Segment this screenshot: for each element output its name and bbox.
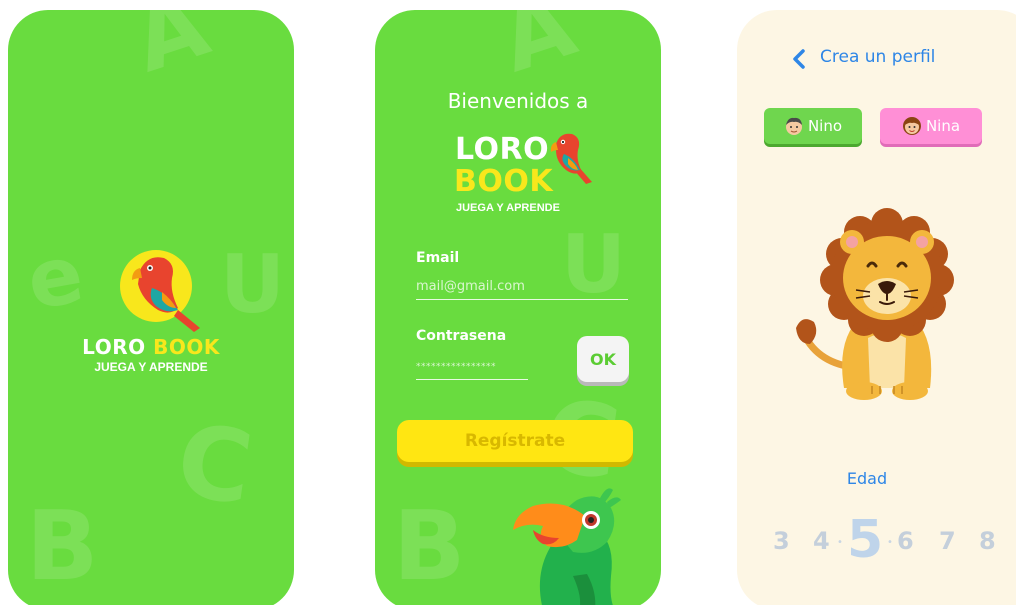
age-option[interactable]: 3	[773, 527, 790, 555]
boy-button[interactable]: Nino	[764, 108, 862, 144]
separator-dot: •	[837, 537, 843, 548]
app-logo-text: LORO BOOK	[8, 335, 294, 359]
background-letter: U	[220, 238, 285, 331]
login-screen: A U C B Bienvenidos a LORO BOOK JUEGA Y …	[375, 10, 661, 605]
parrot-icon	[120, 250, 200, 332]
brand-book: BOOK	[454, 164, 554, 199]
welcome-heading: Bienvenidos a	[447, 89, 589, 113]
page-title: Crea un perfil	[820, 47, 936, 67]
parrot-mascot	[513, 488, 621, 605]
background-letter: B	[26, 492, 99, 602]
brand-loro: LORO	[455, 132, 550, 167]
girl-face-icon	[902, 117, 921, 135]
email-field[interactable]	[416, 274, 628, 300]
age-option[interactable]: 6	[897, 527, 914, 555]
lion-illustration	[796, 208, 954, 400]
email-label: Email	[416, 250, 460, 266]
background-letter: C	[170, 401, 260, 528]
app-tagline: JUEGA Y APRENDE	[456, 202, 560, 214]
age-option-selected[interactable]: 5	[847, 510, 883, 570]
age-option[interactable]: 8	[979, 527, 996, 555]
brand-book: BOOK	[153, 335, 220, 359]
girl-button[interactable]: Nina	[880, 108, 982, 144]
chevron-left-icon[interactable]	[789, 48, 811, 70]
age-option[interactable]: 7	[939, 527, 956, 555]
background-letter: B	[393, 492, 466, 602]
age-option[interactable]: 4	[813, 527, 830, 555]
parrot-icon	[550, 133, 592, 184]
background-letter: e	[20, 227, 90, 329]
boy-face-icon	[785, 117, 802, 135]
background-letter: A	[488, 10, 588, 94]
boy-label: Nino	[807, 117, 843, 135]
profile-screen: Crea un perfil Nino Nina Edad 3 4 • 5 • …	[737, 10, 1016, 605]
girl-label: Nina	[925, 117, 961, 135]
password-field[interactable]	[416, 354, 528, 380]
splash-screen: A e U C B LORO BOOK JUEGA Y APRENDE	[8, 10, 294, 605]
age-label: Edad	[846, 469, 888, 488]
app-logo: LORO BOOK JUEGA Y APRENDE	[450, 130, 595, 220]
app-tagline: JUEGA Y APRENDE	[94, 360, 208, 374]
separator-dot: •	[887, 537, 893, 548]
age-picker[interactable]: 3 4 • 5 • 6 7 8	[773, 510, 1016, 570]
brand-loro: LORO	[82, 335, 146, 359]
register-button[interactable]: Regístrate	[397, 420, 633, 462]
ok-button[interactable]: OK	[577, 336, 629, 382]
password-label: Contrasena	[416, 328, 507, 344]
background-letter: A	[121, 10, 221, 94]
